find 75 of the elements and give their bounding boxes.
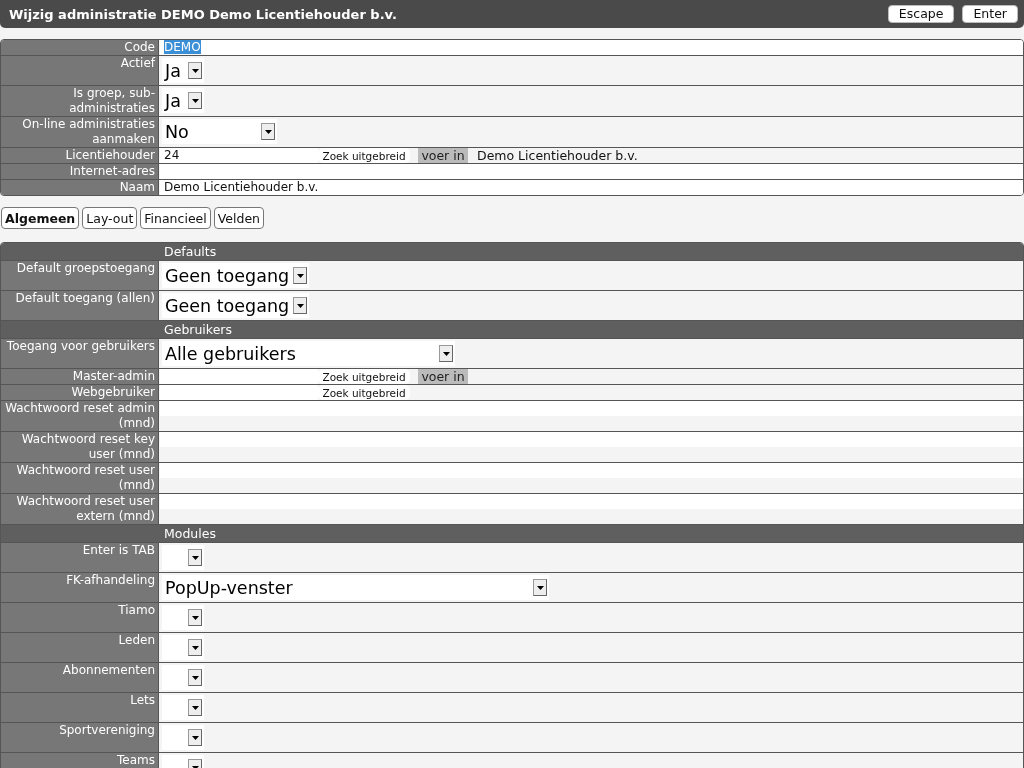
field-label: FK-afhandeling xyxy=(1,573,159,602)
field-label: Internet-adres xyxy=(1,164,159,179)
field-label: Wachtwoord reset user (mnd) xyxy=(1,463,159,493)
section-title: Modules xyxy=(164,525,217,542)
field-label: Licentiehouder xyxy=(1,148,159,163)
field-label: Is groep, sub-administraties xyxy=(1,86,159,116)
header-button[interactable]: Escape xyxy=(887,5,955,23)
search-button[interactable]: Zoek uitgebreid xyxy=(318,385,410,400)
dropdown[interactable] xyxy=(162,725,204,750)
input-field[interactable] xyxy=(160,385,318,400)
dropdown[interactable]: PopUp-venster xyxy=(162,575,549,600)
section-title: Defaults xyxy=(164,243,218,260)
field-label: Toegang voor gebruikers xyxy=(1,339,159,368)
header-button[interactable]: Enter xyxy=(962,5,1018,23)
field-label: Tiamo xyxy=(1,603,159,632)
lookup-result: Demo Licentiehouder b.v. xyxy=(477,148,638,163)
field-label: Webgebruiker xyxy=(1,385,159,400)
input-field[interactable]: Demo Licentiehouder b.v. xyxy=(160,180,1023,195)
field-label: Actief xyxy=(1,56,159,85)
dropdown[interactable] xyxy=(162,665,204,690)
field-label: Code xyxy=(1,40,159,55)
dropdown[interactable]: Ja xyxy=(162,88,204,113)
caret-icon xyxy=(188,62,202,79)
dropdown[interactable] xyxy=(162,695,204,720)
input-field[interactable] xyxy=(160,401,1023,416)
caret-icon xyxy=(188,549,202,566)
field-label: Teams xyxy=(1,753,159,768)
section-title: Gebruikers xyxy=(164,321,233,338)
tab[interactable]: Algemeen xyxy=(1,207,80,229)
field-label: Naam xyxy=(1,180,159,195)
tab[interactable]: Velden xyxy=(213,207,265,229)
dropdown[interactable]: Ja xyxy=(162,58,204,83)
dropdown[interactable] xyxy=(162,545,204,570)
dropdown[interactable]: Alle gebruikers xyxy=(162,341,455,366)
caret-icon xyxy=(188,669,202,686)
field-label: Wachtwoord reset admin (mnd) xyxy=(1,401,159,431)
field-label: Leden xyxy=(1,633,159,662)
field-label: Default groepstoegang xyxy=(1,261,159,290)
caret-icon xyxy=(293,267,307,284)
search-button[interactable]: Zoek uitgebreid xyxy=(318,369,410,384)
field-label: Abonnementen xyxy=(1,663,159,692)
input-field[interactable] xyxy=(160,369,318,384)
input-field[interactable] xyxy=(160,432,1023,447)
insert-button[interactable]: voer in xyxy=(418,148,468,163)
insert-button[interactable]: voer in xyxy=(418,369,468,384)
dropdown[interactable]: Geen toegang xyxy=(162,293,309,318)
tab[interactable]: Financieel xyxy=(140,207,211,229)
field-label: Wachtwoord reset key user (mnd) xyxy=(1,432,159,462)
caret-icon xyxy=(188,699,202,716)
caret-icon xyxy=(188,609,202,626)
input-field[interactable] xyxy=(160,164,1023,179)
search-button[interactable]: Zoek uitgebreid xyxy=(318,148,410,163)
field-label: On-line administraties aanmaken xyxy=(1,117,159,147)
field-label: Lets xyxy=(1,693,159,722)
caret-icon xyxy=(293,297,307,314)
dropdown[interactable] xyxy=(162,605,204,630)
field-label: Master-admin xyxy=(1,369,159,384)
caret-icon xyxy=(188,639,202,656)
field-label: Sportvereniging xyxy=(1,723,159,752)
input-field[interactable] xyxy=(160,463,1023,478)
dropdown[interactable] xyxy=(162,635,204,660)
input-field[interactable]: 24 xyxy=(160,148,318,163)
field-label: Wachtwoord reset user extern (mnd) xyxy=(1,494,159,524)
dropdown[interactable]: Geen toegang xyxy=(162,263,309,288)
field-label: Default toegang (allen) xyxy=(1,291,159,320)
dropdown[interactable]: No xyxy=(162,119,277,144)
caret-icon xyxy=(188,92,202,109)
input-field[interactable] xyxy=(160,494,1023,509)
tab[interactable]: Lay-out xyxy=(82,207,138,229)
window-title: Wijzig administratie DEMO Demo Licentiehouder b.v. xyxy=(9,6,397,22)
field-label: Enter is TAB xyxy=(1,543,159,572)
caret-icon xyxy=(261,123,275,140)
caret-icon xyxy=(439,345,453,362)
caret-icon xyxy=(188,729,202,746)
caret-icon xyxy=(533,579,547,596)
